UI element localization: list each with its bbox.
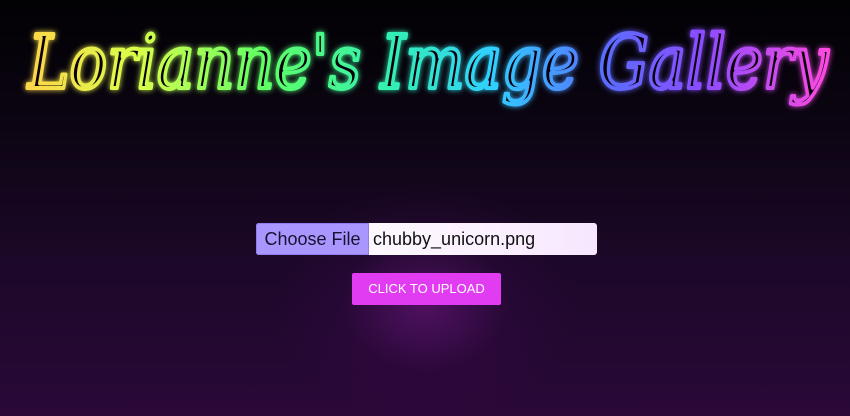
selected-file-name: chubby_unicorn.png <box>373 229 536 249</box>
file-input[interactable]: Choose File chubby_unicorn.png <box>256 223 597 255</box>
upload-button[interactable]: CLICK TO UPLOAD <box>352 273 501 305</box>
choose-file-button[interactable]: Choose File <box>256 223 369 255</box>
gallery-title: Lorianne's Image Gallery <box>24 18 831 108</box>
gallery-title-text: Lorianne's Image Gallery <box>26 20 829 106</box>
